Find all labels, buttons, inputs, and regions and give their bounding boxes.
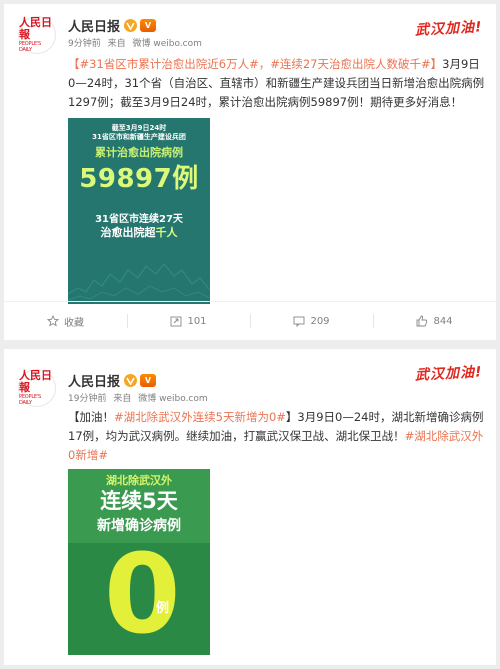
repost-count: 101 xyxy=(187,315,207,327)
post-prefix: 【加油！ xyxy=(68,410,114,424)
logo-text: 人民日報 xyxy=(19,16,52,41)
image-scope: 31省区市和新疆生产建设兵团 xyxy=(92,133,186,141)
repost-button[interactable]: 101 xyxy=(127,302,250,340)
image-decor-chart xyxy=(68,263,210,301)
collect-label: 收藏 xyxy=(64,317,84,329)
image-line-2: 连续5天 xyxy=(100,489,178,513)
post-image[interactable]: 湖北除武汉外 连续5天 新增确诊病例 0 例 xyxy=(68,469,210,655)
source-prefix: 来自 xyxy=(113,394,132,404)
image-subtitle-2b: 千人 xyxy=(155,226,178,239)
collect-button[interactable]: 收藏 xyxy=(4,302,127,340)
post-meta: 19分钟前 来自 微博 weibo.com xyxy=(68,391,208,404)
post-meta: 9分钟前 来自 微博 weibo.com xyxy=(68,36,202,49)
image-number: 59897例 xyxy=(79,164,199,194)
weibo-post-1: 人民日報 PEOPLE'S DAILY 人民日报 V 9分钟前 来自 微博 we… xyxy=(4,4,496,340)
logo-text: 人民日報 xyxy=(19,369,52,394)
like-count: 844 xyxy=(433,315,453,327)
author-name[interactable]: 人民日报 xyxy=(68,371,120,390)
image-subtitle-1: 31省区市连续27天 xyxy=(95,214,183,225)
image-date-line: 截至3月9日24时 31省区市和新疆生产建设兵团 xyxy=(68,124,210,142)
verified-icon xyxy=(124,19,138,32)
comment-button[interactable]: 209 xyxy=(250,302,373,340)
post-image[interactable]: 截至3月9日24时 31省区市和新疆生产建设兵团 累计治愈出院病例 59897例… xyxy=(68,118,210,304)
author-name-row: 人民日报 V xyxy=(68,16,157,35)
hashtag-link[interactable]: #湖北除武汉外连续5天新增为0# xyxy=(114,410,286,424)
vip-badge-icon: V xyxy=(140,374,157,387)
campaign-badge: 武汉加油! xyxy=(414,364,483,384)
post-time[interactable]: 9分钟前 xyxy=(68,39,101,49)
thumbs-up-icon xyxy=(417,315,428,327)
avatar[interactable]: 人民日報 PEOPLE'S DAILY xyxy=(18,16,56,54)
campaign-badge: 武汉加油! xyxy=(414,19,483,39)
image-subtitle-2a: 治愈出院超 xyxy=(100,226,156,239)
post-source[interactable]: 微博 weibo.com xyxy=(138,394,207,404)
post-time[interactable]: 19分钟前 xyxy=(68,394,106,404)
comment-count: 209 xyxy=(310,315,330,327)
comment-icon xyxy=(294,316,305,327)
hashtag-link[interactable]: 【#31省区市累计治愈出院近6万人#，#连续27天治愈出院人数破千#】 xyxy=(68,57,442,71)
image-subtitle-2: 治愈出院超千人 xyxy=(68,224,210,240)
post-source[interactable]: 微博 weibo.com xyxy=(133,39,202,49)
star-icon xyxy=(47,315,59,327)
post-text: 【加油！#湖北除武汉外连续5天新增为0#】3月9日0—24时，湖北新增确诊病例1… xyxy=(68,408,486,465)
verified-icon xyxy=(124,374,138,387)
source-prefix: 来自 xyxy=(107,39,126,49)
author-name-row: 人民日报 V xyxy=(68,371,157,390)
logo-subtext: PEOPLE'S DAILY xyxy=(19,41,42,53)
avatar[interactable]: 人民日報 PEOPLE'S DAILY xyxy=(18,369,56,407)
image-unit: 例 xyxy=(156,601,170,616)
action-bar: 收藏 101 209 844 xyxy=(4,301,496,340)
image-date: 截至3月9日24时 xyxy=(111,124,167,132)
repost-icon xyxy=(171,316,182,327)
logo-subtext: PEOPLE'S DAILY xyxy=(19,394,42,406)
author-name[interactable]: 人民日报 xyxy=(68,16,120,35)
post-text: 【#31省区市累计治愈出院近6万人#，#连续27天治愈出院人数破千#】3月9日0… xyxy=(68,55,486,112)
like-button[interactable]: 844 xyxy=(373,302,496,340)
weibo-post-2: 人民日報 PEOPLE'S DAILY 人民日报 V 19分钟前 来自 微博 w… xyxy=(4,349,496,665)
image-zero-number: 0 xyxy=(104,530,181,655)
vip-badge-icon: V xyxy=(140,19,157,32)
